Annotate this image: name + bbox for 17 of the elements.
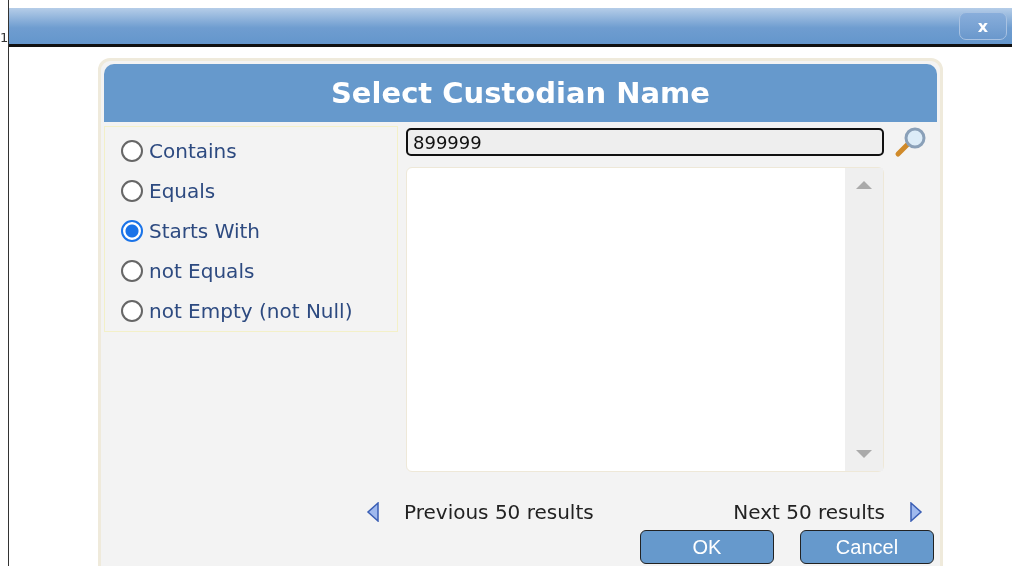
radio-option[interactable]: not Equals [109,251,397,291]
next-link[interactable]: Next 50 results [733,500,885,524]
radio-option[interactable]: not Empty (not Null) [109,291,397,331]
radio-icon[interactable] [121,180,143,202]
radio-option[interactable]: Equals [109,171,397,211]
previous-arrow-icon[interactable] [366,502,380,522]
radio-option[interactable]: Contains [109,131,397,171]
radio-icon[interactable] [121,140,143,162]
radio-icon[interactable] [121,220,143,242]
search-field[interactable]: 899999 [406,128,884,156]
previous-link[interactable]: Previous 50 results [404,500,594,524]
next-arrow-icon[interactable] [909,502,923,522]
radio-icon[interactable] [121,300,143,322]
dialog-title: Select Custodian Name [104,64,937,122]
radio-icon[interactable] [121,260,143,282]
radio-option[interactable]: Starts With [109,211,397,251]
edge-text: 1 [0,30,9,45]
